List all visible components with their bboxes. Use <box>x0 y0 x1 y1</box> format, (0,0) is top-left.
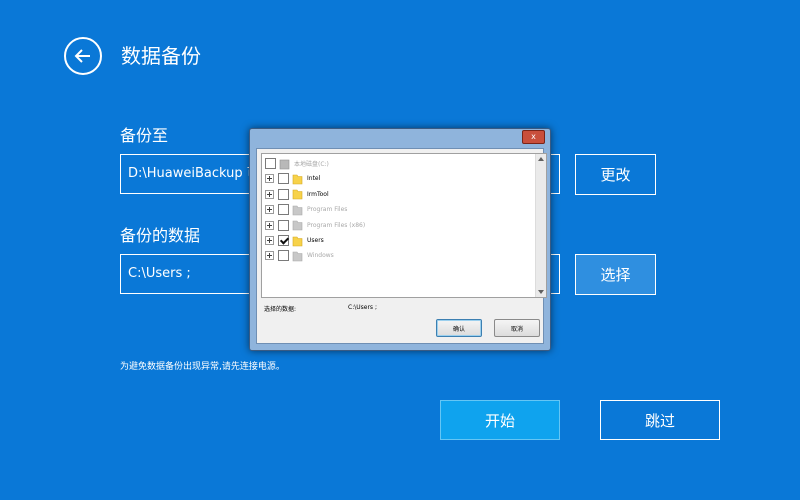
tree-item[interactable]: Intel <box>265 171 320 186</box>
scroll-up-icon[interactable] <box>538 157 544 161</box>
folder-icon <box>292 220 303 231</box>
tree-checkbox[interactable] <box>278 173 289 185</box>
drive-icon <box>279 159 290 169</box>
change-button[interactable]: 更改 <box>575 154 656 195</box>
power-notice: 为避免数据备份出现异常,请先连接电源。 <box>120 362 285 372</box>
folder-tree: 本地磁盘(C:) Intel IrmTool Program Files Program… <box>261 153 547 298</box>
tree-item[interactable]: Program Files (x86) <box>265 218 365 233</box>
tree-checkbox[interactable] <box>278 204 289 216</box>
tree-item-label: Windows <box>307 252 334 260</box>
tree-checkbox[interactable] <box>278 235 289 246</box>
tree-scrollbar[interactable] <box>535 154 546 297</box>
tree-checkbox[interactable] <box>278 250 289 262</box>
back-button[interactable] <box>64 37 102 75</box>
backup-data-label: 备份的数据 <box>120 226 201 245</box>
tree-checkbox[interactable] <box>265 158 276 169</box>
expand-icon[interactable] <box>265 220 274 230</box>
scroll-down-icon[interactable] <box>538 290 544 294</box>
cancel-button[interactable]: 取消 <box>494 319 540 337</box>
expand-icon[interactable] <box>265 205 274 215</box>
folder-icon <box>292 236 303 246</box>
select-button[interactable]: 选择 <box>575 254 656 295</box>
tree-item[interactable]: 本地磁盘(C:) <box>265 156 329 171</box>
expand-icon[interactable] <box>265 251 274 261</box>
folder-icon <box>292 205 303 215</box>
expand-icon[interactable] <box>265 236 274 245</box>
tree-item-label: Intel <box>307 175 321 183</box>
tree-item[interactable]: Windows <box>265 248 334 263</box>
folder-icon <box>292 174 303 185</box>
tree-checkbox[interactable] <box>278 219 289 231</box>
tree-item-label: 本地磁盘(C:) <box>294 161 329 168</box>
start-button[interactable]: 开始 <box>440 400 560 440</box>
tree-item-label: IrmTool <box>307 190 329 198</box>
page-title: 数据备份 <box>121 44 201 68</box>
skip-button[interactable]: 跳过 <box>600 400 720 440</box>
confirm-button[interactable]: 确认 <box>436 319 482 337</box>
tree-item-label: Users <box>307 237 324 244</box>
expand-icon[interactable] <box>265 189 274 199</box>
back-arrow-icon <box>74 49 90 63</box>
selected-data-value: C:\Users ; <box>348 304 377 311</box>
tree-item[interactable]: Program Files <box>265 202 347 217</box>
tree-item[interactable]: IrmTool <box>265 187 329 202</box>
backup-to-label: 备份至 <box>120 126 169 145</box>
dialog-titlebar[interactable]: x <box>250 129 550 148</box>
tree-item-label: Program Files (x86) <box>307 221 366 229</box>
folder-icon <box>292 251 303 262</box>
folder-icon <box>292 189 303 200</box>
selected-data-label: 选择的数据: <box>264 306 297 313</box>
folder-select-dialog: x 本地磁盘(C:) Intel IrmTool Program Files Progr… <box>249 128 551 351</box>
tree-item-label: Program Files <box>307 206 348 214</box>
dialog-body: 本地磁盘(C:) Intel IrmTool Program Files Program… <box>256 148 547 344</box>
expand-icon[interactable] <box>265 174 274 184</box>
tree-item[interactable]: Users <box>265 233 324 248</box>
close-icon[interactable]: x <box>522 130 545 144</box>
tree-checkbox[interactable] <box>278 188 289 200</box>
